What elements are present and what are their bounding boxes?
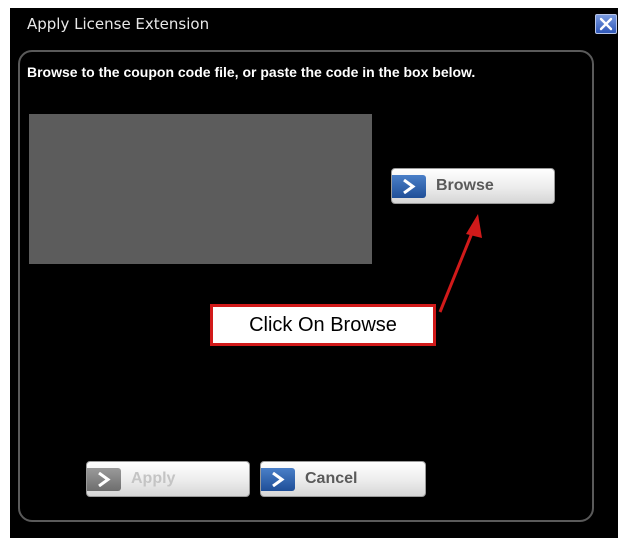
annotation-callout: Click On Browse — [210, 304, 436, 346]
coupon-code-input[interactable] — [29, 114, 372, 264]
browse-button-label: Browse — [436, 177, 494, 194]
close-button[interactable] — [595, 14, 617, 34]
chevron-right-icon — [392, 175, 426, 198]
close-icon — [599, 17, 613, 31]
chevron-right-icon — [87, 468, 121, 491]
browse-button[interactable]: Browse — [391, 168, 555, 204]
instruction-text: Browse to the coupon code file, or paste… — [27, 64, 476, 80]
cancel-button[interactable]: Cancel — [260, 461, 426, 497]
apply-button[interactable]: Apply — [86, 461, 250, 497]
cancel-button-label: Cancel — [305, 470, 358, 487]
chevron-right-icon — [261, 468, 295, 491]
apply-button-label: Apply — [131, 470, 176, 487]
window-title: Apply License Extension — [27, 15, 210, 33]
